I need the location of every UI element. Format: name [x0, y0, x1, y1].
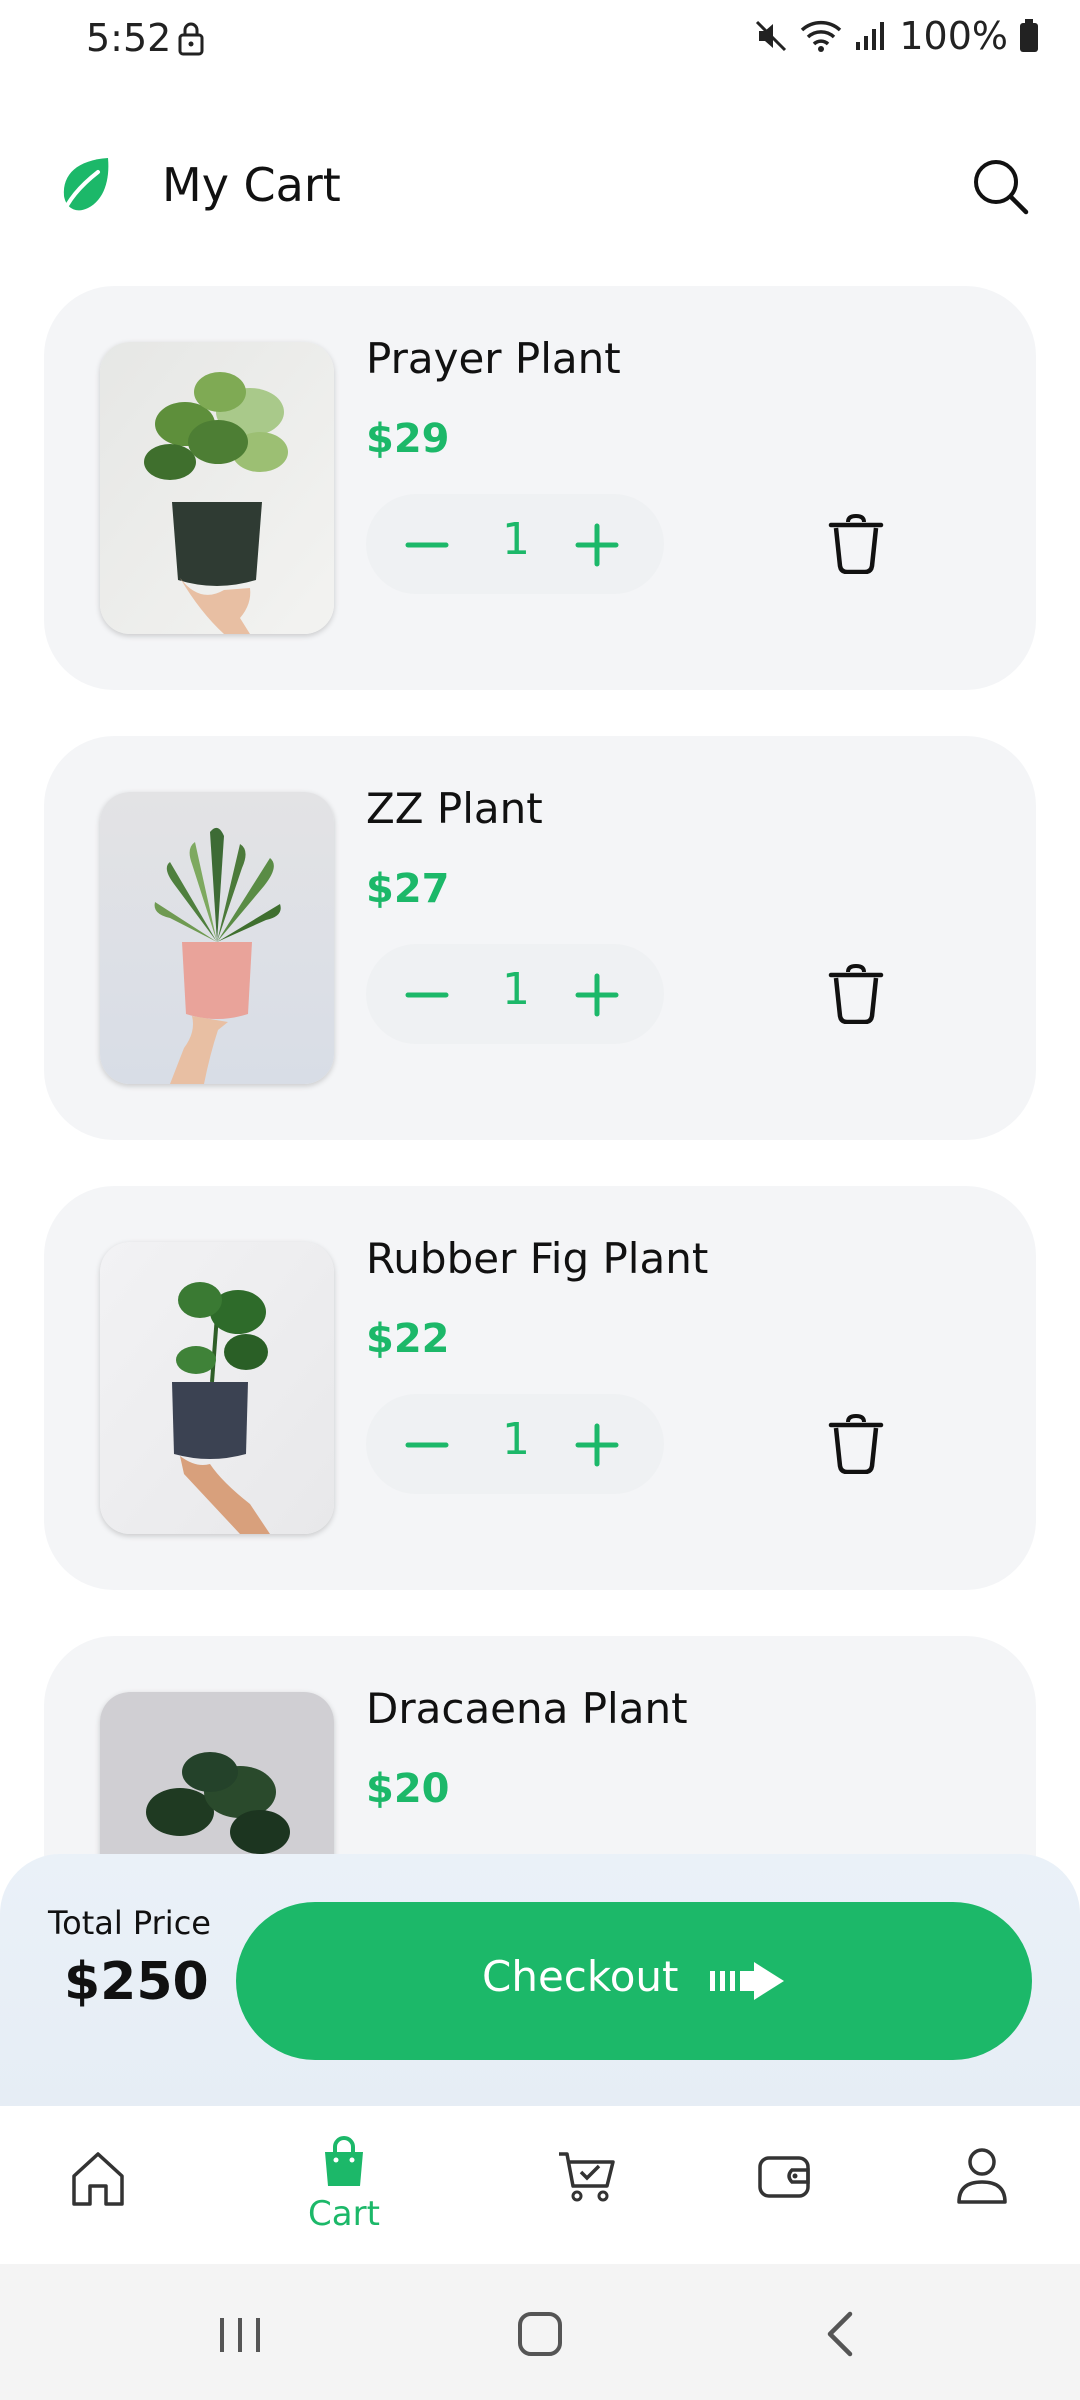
shopping-cart-icon	[559, 2152, 615, 2202]
trash-icon[interactable]	[828, 1414, 884, 1474]
cart-item: Dracaena Plant $20	[44, 1636, 1036, 1856]
product-price: $20	[366, 1766, 450, 1812]
product-name: Prayer Plant	[366, 334, 621, 383]
plus-icon[interactable]	[572, 970, 622, 1020]
product-name: Dracaena Plant	[366, 1684, 688, 1733]
product-name: Rubber Fig Plant	[366, 1234, 709, 1283]
search-icon[interactable]	[968, 154, 1032, 218]
nav-item-orders[interactable]	[508, 2106, 668, 2264]
arrow-right-icon	[710, 1962, 784, 2000]
shopping-bag-icon	[325, 2136, 363, 2186]
profile-icon	[957, 2148, 1007, 2204]
page-title: My Cart	[162, 158, 341, 212]
battery-icon	[1020, 19, 1038, 52]
wallet-icon	[758, 2156, 810, 2198]
app-header: My Cart	[0, 130, 1080, 250]
product-price: $29	[366, 416, 450, 462]
checkout-button-label: Checkout	[482, 1952, 679, 2001]
quantity-stepper: 1	[366, 944, 664, 1044]
nav-item-home[interactable]	[18, 2106, 178, 2264]
product-image	[100, 342, 334, 634]
home-icon	[72, 2152, 124, 2206]
minus-icon[interactable]	[402, 970, 452, 1020]
quantity-value: 1	[502, 514, 530, 565]
total-price-value: $250	[64, 1952, 209, 2012]
status-time: 5:52	[86, 16, 172, 60]
battery-percent: 100%	[899, 14, 1008, 58]
minus-icon[interactable]	[402, 520, 452, 570]
leaf-logo-icon	[60, 158, 109, 218]
wifi-icon	[801, 20, 842, 52]
total-price-label: Total Price	[48, 1904, 211, 1942]
trash-icon[interactable]	[828, 514, 884, 574]
product-price: $22	[366, 1316, 450, 1362]
plus-icon[interactable]	[572, 1420, 622, 1470]
lock-icon	[178, 22, 204, 56]
nav-item-wallet[interactable]	[704, 2106, 864, 2264]
checkout-bar: Total Price $250 Checkout	[0, 1854, 1080, 2106]
quantity-value: 1	[502, 964, 530, 1015]
checkout-button[interactable]: Checkout	[236, 1902, 1032, 2060]
cart-item: ZZ Plant $27 1	[44, 736, 1036, 1140]
product-price: $27	[366, 866, 450, 912]
quantity-value: 1	[502, 1414, 530, 1465]
bottom-nav: Cart	[0, 2106, 1080, 2264]
cart-item: Rubber Fig Plant $22 1	[44, 1186, 1036, 1590]
cart-item: Prayer Plant $29 1	[44, 286, 1036, 690]
back-icon[interactable]	[812, 2306, 872, 2362]
mute-icon	[756, 20, 787, 52]
system-nav-bar	[0, 2264, 1080, 2400]
plus-icon[interactable]	[572, 520, 622, 570]
quantity-stepper: 1	[366, 1394, 664, 1494]
quantity-stepper: 1	[366, 494, 664, 594]
signal-icon	[856, 22, 885, 50]
status-bar: 5:52 100%	[0, 0, 1080, 80]
cart-list: Prayer Plant $29 1 ZZ Plant $27 1 Rubber…	[0, 286, 1080, 1856]
product-name: ZZ Plant	[366, 784, 543, 833]
product-image	[100, 1692, 334, 1856]
status-icons: 100%	[753, 14, 1040, 58]
minus-icon[interactable]	[402, 1420, 452, 1470]
trash-icon[interactable]	[828, 964, 884, 1024]
home-button-icon[interactable]	[510, 2306, 570, 2362]
recent-apps-icon[interactable]	[210, 2306, 270, 2362]
nav-item-profile[interactable]	[902, 2106, 1062, 2264]
nav-item-cart[interactable]: Cart	[264, 2106, 424, 2264]
product-image	[100, 1242, 334, 1534]
nav-label-cart: Cart	[308, 2194, 380, 2234]
product-image	[100, 792, 334, 1084]
